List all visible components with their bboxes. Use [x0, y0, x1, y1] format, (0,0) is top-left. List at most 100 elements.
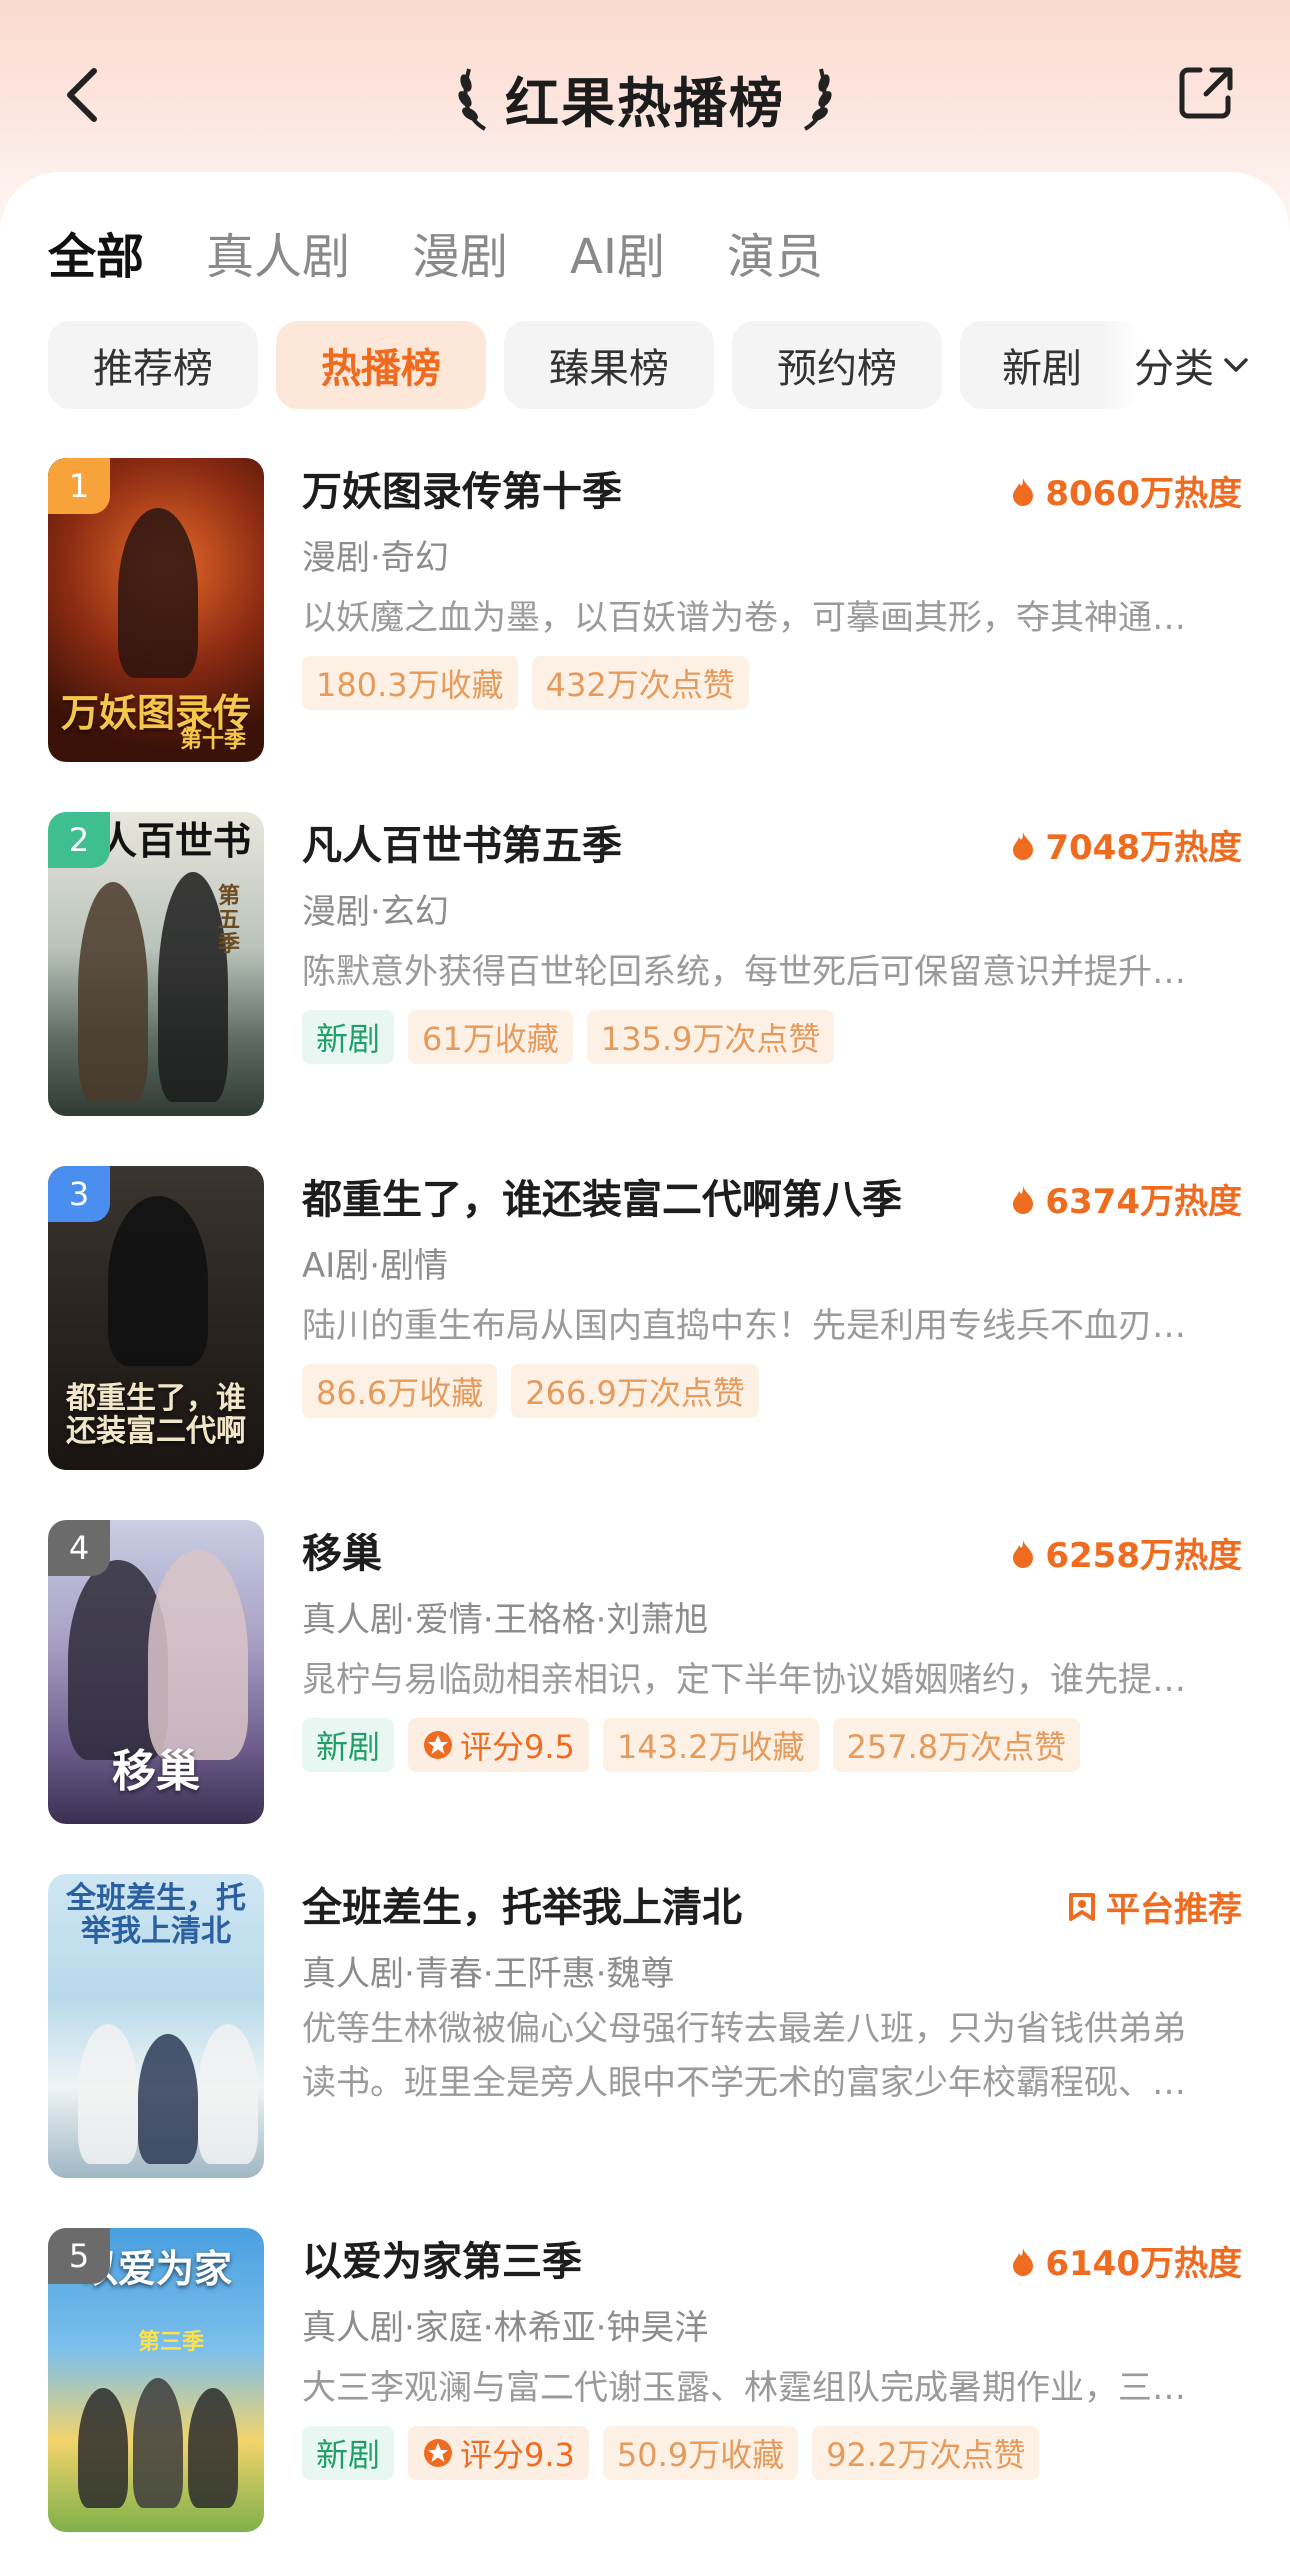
score-label: 评分9.3 — [460, 2436, 575, 2474]
item-info: 以爱为家第三季 6140万热度 真人剧·家庭·林希亚·钟昊洋 大三李观澜与富二代… — [302, 2228, 1242, 2480]
poster-image: 全班差生，托举我上清北 — [48, 1874, 264, 2178]
star-badge-icon — [424, 2439, 453, 2467]
heat-value: 6140万热度 — [1011, 2236, 1242, 2285]
rank-badge: 3 — [48, 1166, 110, 1222]
heat-label: 6374万热度 — [1045, 1182, 1242, 1222]
drama-desc: 陈默意外获得百世轮回系统，每世死后可保留意识并提升… — [302, 952, 1186, 992]
drama-meta: 漫剧·奇幻 — [302, 538, 449, 578]
poster-subtitle: 第十季 — [179, 727, 246, 753]
rank-badge: 4 — [48, 1520, 110, 1576]
rank-badge: 2 — [48, 812, 110, 868]
drama-desc: 大三李观澜与富二代谢玉露、林霆组队完成暑期作业，三… — [302, 2368, 1186, 2408]
drama-meta: 真人剧·家庭·林希亚·钟昊洋 — [302, 2308, 709, 2348]
favorites-tag: 143.2万收藏 — [602, 1718, 819, 1772]
heat-label: 7048万热度 — [1045, 828, 1242, 868]
likes-tag: 432万次点赞 — [531, 656, 749, 710]
heat-value: 6258万热度 — [1011, 1528, 1242, 1577]
favorites-tag: 86.6万收藏 — [302, 1364, 498, 1418]
item-info: 全班差生，托举我上清北 平台推荐 真人剧·青春·王阡惠·魏尊 优等生林微被偏心父… — [302, 1874, 1242, 2110]
ranking-list: 万妖图录传 第十季 1 万妖图录传第十季 8060万热度 漫剧·奇幻 以妖魔之血… — [0, 458, 1290, 2562]
drama-desc-line: 读书。班里全是旁人眼中不学无术的富家少年校霸程砚、… — [302, 2063, 1186, 2103]
poster-image: 都重生了，谁还装富二代啊 3 — [48, 1166, 264, 1470]
poster-image: 移巢 4 — [48, 1520, 264, 1824]
flame-icon — [1013, 1539, 1034, 1568]
type-tabs: 全部 真人剧 漫剧 AI剧 演员 — [48, 212, 823, 292]
poster-subtitle: 第五季 — [218, 883, 241, 958]
chevron-down-icon — [1224, 358, 1248, 372]
page-title: 红果热播榜 — [505, 71, 785, 135]
flame-icon — [1013, 2247, 1034, 2276]
share-button[interactable] — [1176, 62, 1236, 122]
list-item[interactable]: 全班差生，托举我上清北 全班差生，托举我上清北 平台推荐 真人剧·青春·王阡惠·… — [0, 1874, 1290, 2228]
chip-reserve[interactable]: 预约榜 — [732, 321, 942, 409]
likes-tag: 257.8万次点赞 — [832, 1718, 1081, 1772]
tab-all[interactable]: 全部 — [48, 217, 144, 287]
new-tag: 新剧 — [302, 1718, 395, 1772]
poster-title: 移巢 — [112, 1745, 200, 1797]
drama-desc: 陆川的重生布局从国内直捣中东！先是利用专线兵不血刃… — [302, 1306, 1186, 1346]
heat-value: 7048万热度 — [1011, 820, 1242, 869]
drama-desc-line: 优等生林微被偏心父母强行转去最差八班，只为省钱供弟弟 — [302, 2009, 1186, 2049]
drama-desc: 晁柠与易临勋相亲相识，定下半年协议婚姻赌约，谁先提… — [302, 1660, 1186, 1700]
list-item[interactable]: 都重生了，谁还装富二代啊 3 都重生了，谁还装富二代啊第八季 6374万热度 A… — [0, 1166, 1290, 1520]
score-tag: 评分9.3 — [408, 2426, 589, 2480]
list-item[interactable]: 万妖图录传 第十季 1 万妖图录传第十季 8060万热度 漫剧·奇幻 以妖魔之血… — [0, 458, 1290, 812]
new-tag: 新剧 — [302, 1010, 395, 1064]
tag-row: 86.6万收藏 266.9万次点赞 — [302, 1364, 1242, 1418]
tab-actors[interactable]: 演员 — [727, 217, 823, 287]
chip-recommend[interactable]: 推荐榜 — [48, 321, 258, 409]
likes-tag: 92.2万次点赞 — [812, 2426, 1040, 2480]
share-icon — [1179, 67, 1233, 119]
tab-live-action[interactable]: 真人剧 — [206, 217, 350, 287]
heat-value: 8060万热度 — [1011, 466, 1242, 515]
item-info: 凡人百世书第五季 7048万热度 漫剧·玄幻 陈默意外获得百世轮回系统，每世死后… — [302, 812, 1242, 1064]
heat-label: 6140万热度 — [1045, 2244, 1242, 2284]
favorites-tag: 50.9万收藏 — [602, 2426, 799, 2480]
item-info: 都重生了，谁还装富二代啊第八季 6374万热度 AI剧·剧情 陆川的重生布局从国… — [302, 1166, 1242, 1418]
ranking-chips: 推荐榜 热播榜 臻果榜 预约榜 新剧 分类 — [48, 320, 1290, 410]
heat-label: 6258万热度 — [1045, 1536, 1242, 1576]
item-info: 移巢 6258万热度 真人剧·爱情·王格格·刘萧旭 晁柠与易临勋相亲相识，定下半… — [302, 1520, 1242, 1772]
chip-hot[interactable]: 热播榜 — [276, 321, 486, 409]
flame-icon — [1013, 477, 1034, 506]
poster-title: 都重生了，谁还装富二代啊 — [66, 1381, 246, 1449]
drama-meta: 漫剧·玄幻 — [302, 892, 449, 932]
star-badge-icon — [424, 1731, 453, 1759]
rank-badge: 1 — [48, 458, 110, 514]
bookmark-star-icon — [1069, 1892, 1095, 1921]
heat-label: 8060万热度 — [1045, 474, 1242, 514]
category-label: 分类 — [1134, 346, 1214, 392]
rank-badge: 5 — [48, 2228, 110, 2284]
drama-desc: 优等生林微被偏心父母强行转去最差八班，只为省钱供弟弟 读书。班里全是旁人眼中不学… — [302, 2002, 1242, 2110]
favorites-tag: 61万收藏 — [408, 1010, 573, 1064]
drama-desc: 以妖魔之血为墨，以百妖谱为卷，可摹画其形，夺其神通… — [302, 598, 1186, 638]
drama-meta: AI剧·剧情 — [302, 1246, 449, 1286]
tab-comic[interactable]: 漫剧 — [412, 217, 508, 287]
recommend-label: 平台推荐 — [1106, 1890, 1242, 1930]
flame-icon — [1013, 831, 1034, 860]
poster-subtitle: 第三季 — [137, 2329, 204, 2355]
likes-tag: 135.9万次点赞 — [586, 1010, 835, 1064]
flame-icon — [1013, 1185, 1034, 1214]
page-title-wrap: 红果热播榜 — [0, 58, 1290, 138]
list-item[interactable]: 凡人百世书 第五季 2 凡人百世书第五季 7048万热度 漫剧·玄幻 陈默意外获… — [0, 812, 1290, 1166]
tab-ai[interactable]: AI剧 — [570, 217, 665, 287]
favorites-tag: 180.3万收藏 — [302, 656, 518, 710]
tag-row: 180.3万收藏 432万次点赞 — [302, 656, 1242, 710]
score-tag: 评分9.5 — [408, 1718, 589, 1772]
list-item[interactable]: 以爱为家 第三季 5 以爱为家第三季 6140万热度 真人剧·家庭·林希亚·钟昊… — [0, 2228, 1290, 2562]
category-button[interactable]: 分类 — [1100, 320, 1290, 410]
drama-meta: 真人剧·青春·王阡惠·魏尊 — [302, 1954, 675, 1994]
drama-meta: 真人剧·爱情·王格格·刘萧旭 — [302, 1600, 709, 1640]
heat-value: 6374万热度 — [1011, 1174, 1242, 1223]
list-item[interactable]: 移巢 4 移巢 6258万热度 真人剧·爱情·王格格·刘萧旭 晁柠与易临勋相亲相… — [0, 1520, 1290, 1874]
likes-tag: 266.9万次点赞 — [511, 1364, 759, 1418]
chip-premium[interactable]: 臻果榜 — [504, 321, 714, 409]
score-label: 评分9.5 — [460, 1728, 575, 1766]
laurel-left-icon — [458, 68, 487, 131]
laurel-right-icon — [803, 68, 832, 131]
recommend-badge: 平台推荐 — [1068, 1882, 1242, 1931]
tag-row: 新剧 61万收藏 135.9万次点赞 — [302, 1010, 1242, 1064]
content-panel: 全部 真人剧 漫剧 AI剧 演员 推荐榜 热播榜 臻果榜 预约榜 新剧 分类 万… — [0, 172, 1290, 2562]
tag-row: 新剧 评分9.3 50.9万收藏 92.2万次点赞 — [302, 2426, 1242, 2480]
